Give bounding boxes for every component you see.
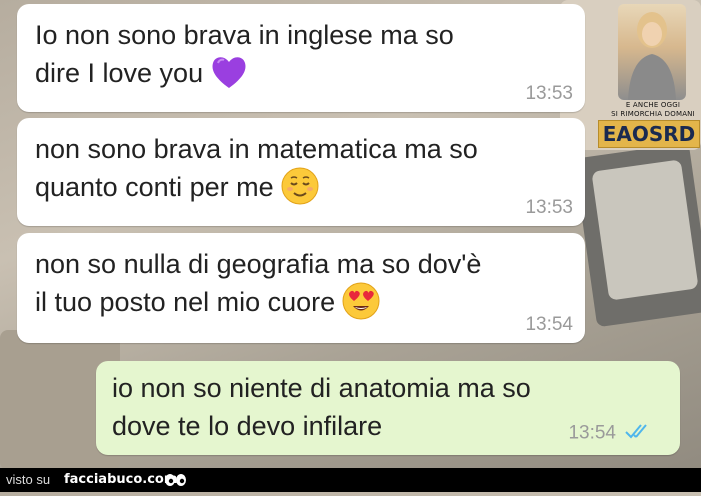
message-bubble[interactable]: non sono brava in matematica ma so quant…: [17, 118, 585, 226]
watermark-logo: EAOSRD: [598, 120, 700, 148]
footer-visto-su: visto su: [6, 472, 51, 487]
message-bubble-outgoing[interactable]: io non so niente di anatomia ma so dove …: [96, 361, 680, 455]
message-time: 13:54: [568, 422, 616, 444]
message-line-with-emoji: il tuo posto nel mio cuore: [35, 281, 525, 324]
relieved-face-icon: [280, 166, 320, 206]
watermark-caption-2: SI RIMORCHIA DOMANI: [611, 110, 695, 118]
purple-heart-icon: [209, 52, 249, 92]
message-text: Io non sono brava in inglese ma so dire …: [35, 16, 525, 95]
message-bubble[interactable]: non so nulla di geografia ma so dov'è il…: [17, 233, 585, 343]
watermark-photo: [618, 4, 686, 100]
eyes-icon: [164, 472, 188, 496]
read-double-check-icon: [624, 422, 654, 445]
message-bubble[interactable]: Io non sono brava in inglese ma so dire …: [17, 4, 585, 112]
message-text: non sono brava in matematica ma so quant…: [35, 130, 525, 209]
message-time-wrap: 13:54: [568, 422, 654, 445]
message-line: dire I love you: [35, 58, 204, 88]
footer-site-name[interactable]: facciabuco.com: [64, 468, 177, 492]
message-text: non so nulla di geografia ma so dov'è il…: [35, 245, 525, 324]
heart-eyes-face-icon: [341, 281, 381, 321]
message-text: io non so niente di anatomia ma so dove …: [112, 369, 620, 445]
site-footer: visto su facciabuco.com: [0, 468, 701, 492]
message-line: non so nulla di geografia ma so dov'è: [35, 249, 482, 279]
message-line: non sono brava in matematica ma so: [35, 134, 478, 164]
message-line: Io non sono brava in inglese ma so: [35, 20, 454, 50]
message-line: io non so niente di anatomia ma so: [112, 373, 531, 403]
message-time: 13:54: [525, 314, 573, 335]
message-line: quanto conti per me: [35, 172, 274, 202]
message-line-with-emoji: quanto conti per me: [35, 166, 525, 209]
message-time: 13:53: [525, 83, 573, 104]
message-line: il tuo posto nel mio cuore: [35, 287, 336, 317]
message-line: dove te lo devo infilare: [112, 411, 383, 441]
message-time: 13:53: [525, 197, 573, 218]
eaosrd-watermark: E ANCHE OGGI SI RIMORCHIA DOMANI EAOSRD: [598, 4, 700, 148]
watermark-caption-1: E ANCHE OGGI: [625, 101, 681, 109]
message-line-with-emoji: dire I love you: [35, 54, 525, 95]
